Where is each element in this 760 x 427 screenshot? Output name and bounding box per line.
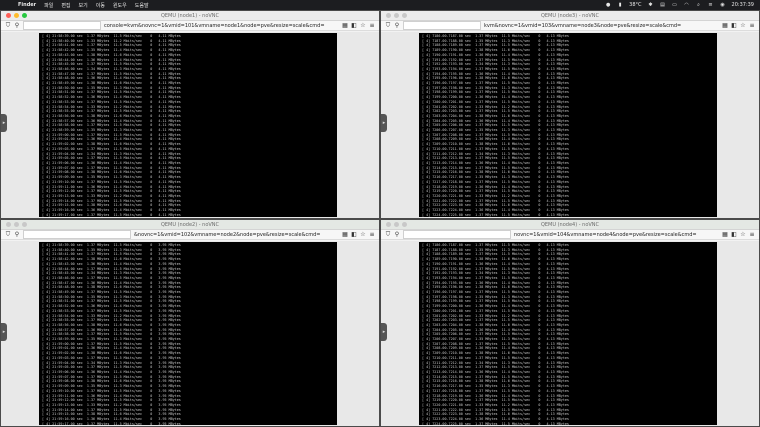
chat-icon[interactable]: ●: [605, 2, 611, 8]
extensions-icon[interactable]: ▦: [342, 22, 348, 29]
terminal-line: [ 4] 21:59:17.00 sec 1.37 MBytes 11.5 Mb…: [42, 421, 181, 425]
pocket-icon[interactable]: ◧: [351, 22, 357, 29]
window-title: QEMU (node1) - noVNC: [160, 13, 220, 19]
control-center-icon[interactable]: ≡: [708, 2, 714, 8]
clock[interactable]: 20:37:39: [732, 2, 754, 8]
address-bar[interactable]: ⛉ ⚲ console=kvm&novnc=1&vmid=101&vmname=…: [1, 21, 379, 31]
pocket-icon[interactable]: ◧: [731, 231, 737, 238]
terminal-output[interactable]: [ 4] 7186.00-7187.00 sec 1.37 MBytes 11.…: [419, 33, 717, 217]
toolbar-icons: ▦ ◧ ☆ ≡: [342, 231, 375, 238]
lock-icon[interactable]: ⚲: [394, 22, 400, 29]
window-titlebar[interactable]: QEMU (node4) - noVNC: [381, 220, 759, 230]
bookmark-star-icon[interactable]: ☆: [360, 231, 366, 238]
terminal-output[interactable]: [ 4] 21:58:39.00 sec 1.37 MBytes 11.5 Mb…: [39, 33, 337, 217]
terminal-line: [ 4] 7224.00-7225.00 sec 1.37 MBytes 11.…: [422, 212, 569, 217]
bookmark-star-icon[interactable]: ☆: [740, 22, 746, 29]
hamburger-menu-icon[interactable]: ≡: [369, 231, 375, 238]
extensions-icon[interactable]: ▦: [722, 231, 728, 238]
novnc-window-node4[interactable]: QEMU (node4) - noVNC ⛉ ⚲ novnc=1&vmid=10…: [380, 219, 760, 427]
fan-icon[interactable]: ✱: [648, 2, 654, 8]
vnc-canvas[interactable]: ▸ [ 4] 21:58:39.00 sec 1.37 MBytes 11.5 …: [1, 32, 379, 218]
redacted-host: [403, 21, 481, 30]
menu-item-view[interactable]: 보기: [79, 2, 88, 9]
window-title: QEMU (node2) - noVNC: [160, 222, 220, 228]
menu-item-go[interactable]: 이동: [96, 2, 105, 9]
lock-icon[interactable]: ⚲: [14, 231, 20, 238]
toolbar-icons: ▦ ◧ ☆ ≡: [722, 22, 755, 29]
menu-item-edit[interactable]: 편집: [61, 2, 70, 9]
menu-item-file[interactable]: 파일: [44, 2, 53, 9]
hamburger-menu-icon[interactable]: ≡: [749, 22, 755, 29]
apple-icon[interactable]: [6, 2, 12, 8]
window-titlebar[interactable]: QEMU (node3) - noVNC: [381, 11, 759, 21]
shield-icon[interactable]: ⛉: [385, 231, 391, 238]
cpu-temperature: 38°C: [629, 2, 642, 8]
network-icon[interactable]: ▤: [660, 2, 666, 8]
redacted-host: [403, 230, 511, 239]
sidebar-handle-icon[interactable]: ▸: [1, 114, 7, 132]
sidebar-handle-icon[interactable]: ▸: [1, 323, 7, 341]
redacted-host: [23, 230, 131, 239]
novnc-window-node3[interactable]: QEMU (node3) - noVNC ⛉ ⚲ kvm&novnc=1&vmi…: [380, 10, 760, 219]
sidebar-handle-icon[interactable]: ▸: [381, 114, 387, 132]
shield-icon[interactable]: ⛉: [5, 22, 11, 29]
shield-icon[interactable]: ⛉: [5, 231, 11, 238]
address-bar[interactable]: ⛉ ⚲ novnc=1&vmid=104&vmname=node4&node=p…: [381, 230, 759, 240]
address-bar[interactable]: ⛉ ⚲ &novnc=1&vmid=102&vmname=node2&node=…: [1, 230, 379, 240]
lock-icon[interactable]: ⚲: [14, 22, 20, 29]
thermometer-icon: ▮: [618, 1, 622, 8]
hamburger-menu-icon[interactable]: ≡: [749, 231, 755, 238]
battery-icon[interactable]: ▭: [672, 2, 678, 8]
url-text[interactable]: console=kvm&novnc=1&vmid=101&vmname=node…: [104, 23, 339, 29]
window-titlebar[interactable]: QEMU (node2) - noVNC: [1, 220, 379, 230]
terminal-output[interactable]: [ 4] 7186.00-7187.00 sec 1.37 MBytes 11.…: [419, 242, 717, 425]
terminal-line: [ 4] 21:59:17.00 sec 1.37 MBytes 11.5 Mb…: [42, 212, 181, 217]
pocket-icon[interactable]: ◧: [731, 22, 737, 29]
window-title: QEMU (node4) - noVNC: [540, 222, 600, 228]
sidebar-handle-icon[interactable]: ▸: [381, 323, 387, 341]
extensions-icon[interactable]: ▦: [722, 22, 728, 29]
siri-icon[interactable]: ◉: [720, 2, 726, 8]
redacted-host: [23, 21, 101, 30]
lock-icon[interactable]: ⚲: [394, 231, 400, 238]
shield-icon[interactable]: ⛉: [385, 22, 391, 29]
url-text[interactable]: novnc=1&vmid=104&vmname=node4&node=pve&r…: [514, 232, 719, 238]
address-bar[interactable]: ⛉ ⚲ kvm&novnc=1&vmid=103&vmname=node3&no…: [381, 21, 759, 31]
bookmark-star-icon[interactable]: ☆: [740, 231, 746, 238]
extensions-icon[interactable]: ▦: [342, 231, 348, 238]
vnc-canvas[interactable]: ▸ [ 4] 7186.00-7187.00 sec 1.37 MBytes 1…: [381, 32, 759, 218]
menu-item-help[interactable]: 도움말: [135, 2, 149, 9]
terminal-output[interactable]: [ 4] 21:58:39.00 sec 1.37 MBytes 11.5 Mb…: [39, 242, 337, 425]
vnc-canvas[interactable]: ▸ [ 4] 7186.00-7187.00 sec 1.37 MBytes 1…: [381, 241, 759, 426]
mac-menu-bar: Finder 파일 편집 보기 이동 윈도우 도움말 ● ▮ 38°C ✱ ▤ …: [0, 0, 760, 10]
wifi-icon[interactable]: ◠: [684, 2, 690, 8]
search-icon[interactable]: ⌕: [696, 2, 702, 8]
menu-item-window[interactable]: 윈도우: [113, 2, 127, 9]
toolbar-icons: ▦ ◧ ☆ ≡: [722, 231, 755, 238]
window-title: QEMU (node3) - noVNC: [540, 13, 600, 19]
hamburger-menu-icon[interactable]: ≡: [369, 22, 375, 29]
menu-app-name[interactable]: Finder: [18, 2, 36, 8]
window-titlebar[interactable]: QEMU (node1) - noVNC: [1, 11, 379, 21]
vnc-canvas[interactable]: ▸ [ 4] 21:58:39.00 sec 1.37 MBytes 11.5 …: [1, 241, 379, 426]
novnc-window-node1[interactable]: QEMU (node1) - noVNC ⛉ ⚲ console=kvm&nov…: [0, 10, 380, 219]
toolbar-icons: ▦ ◧ ☆ ≡: [342, 22, 375, 29]
status-area: ● ▮ 38°C ✱ ▤ ▭ ◠ ⌕ ≡ ◉ 20:37:39: [605, 2, 754, 8]
bookmark-star-icon[interactable]: ☆: [360, 22, 366, 29]
url-text[interactable]: &novnc=1&vmid=102&vmname=node2&node=pve&…: [134, 232, 339, 238]
terminal-line: [ 4] 7224.00-7225.00 sec 1.37 MBytes 11.…: [422, 421, 569, 425]
pocket-icon[interactable]: ◧: [351, 231, 357, 238]
url-text[interactable]: kvm&novnc=1&vmid=103&vmname=node3&node=p…: [484, 23, 719, 29]
novnc-window-node2[interactable]: QEMU (node2) - noVNC ⛉ ⚲ &novnc=1&vmid=1…: [0, 219, 380, 427]
